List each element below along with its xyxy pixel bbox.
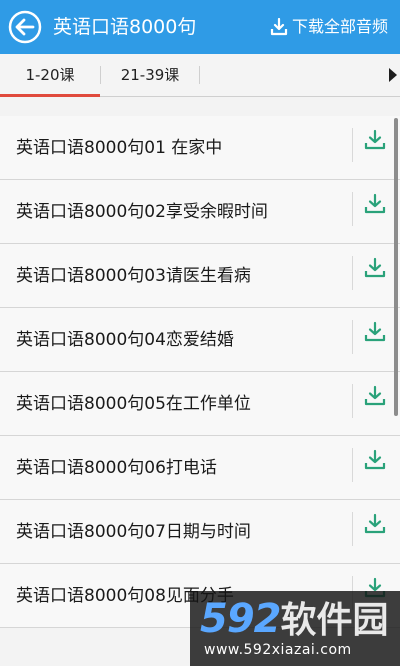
download-icon[interactable] (364, 129, 386, 151)
watermark-logo-number: 592 (200, 596, 281, 642)
app-screen: 英语口语8000句 下载全部音频 1-20课 21-39课 英语口语8000句0… (0, 0, 400, 666)
row-divider (352, 512, 353, 546)
triangle-right-icon[interactable] (388, 67, 398, 83)
row-divider (352, 128, 353, 162)
list-item[interactable]: 英语口语8000句07日期与时间 (0, 500, 400, 564)
lesson-tabs: 1-20课 21-39课 (0, 54, 400, 97)
lesson-title: 英语口语8000句01 在家中 (16, 138, 223, 158)
watermark-logo-text: 软件园 (280, 600, 389, 641)
tab-selected-indicator (0, 94, 100, 97)
row-divider (352, 448, 353, 482)
lesson-title: 英语口语8000句03请医生看病 (16, 266, 251, 286)
row-divider (352, 256, 353, 290)
download-icon[interactable] (364, 385, 386, 407)
tab-divider (199, 66, 200, 84)
download-icon (270, 18, 288, 36)
tab-lessons-1-20[interactable]: 1-20课 (0, 54, 100, 96)
row-divider (352, 320, 353, 354)
back-arrow-icon (8, 10, 42, 44)
download-all-button[interactable]: 下载全部音频 (270, 15, 388, 39)
lesson-title: 英语口语8000句04恋爱结婚 (16, 330, 234, 350)
lesson-title: 英语口语8000句05在工作单位 (16, 394, 251, 414)
list-item[interactable]: 英语口语8000句01 在家中 (0, 116, 400, 180)
lesson-title: 英语口语8000句06打电话 (16, 458, 217, 478)
lesson-title: 英语口语8000句07日期与时间 (16, 522, 251, 542)
list-item[interactable]: 英语口语8000句02享受余暇时间 (0, 180, 400, 244)
download-icon[interactable] (364, 449, 386, 471)
download-icon[interactable] (364, 257, 386, 279)
back-button[interactable] (8, 10, 42, 44)
list-item[interactable]: 英语口语8000句04恋爱结婚 (0, 308, 400, 372)
list-item[interactable]: 英语口语8000句05在工作单位 (0, 372, 400, 436)
download-icon[interactable] (364, 321, 386, 343)
row-divider (352, 192, 353, 226)
watermark-logo: 592软件园 (200, 597, 389, 643)
download-all-label: 下载全部音频 (291, 17, 388, 36)
lesson-title: 英语口语8000句02享受余暇时间 (16, 202, 268, 222)
download-icon[interactable] (364, 193, 386, 215)
row-divider (352, 384, 353, 418)
list-item[interactable]: 英语口语8000句06打电话 (0, 436, 400, 500)
app-header: 英语口语8000句 下载全部音频 (0, 0, 400, 54)
lesson-list: 英语口语8000句01 在家中 英语口语8000句02享受余暇时间 英语口语80… (0, 116, 400, 628)
watermark-url: www.592xiazai.com (204, 642, 352, 658)
list-scrollbar[interactable] (394, 118, 398, 416)
tab-label: 21-39课 (120, 66, 180, 84)
tab-lessons-21-39[interactable]: 21-39课 (100, 54, 200, 96)
tab-label: 1-20课 (25, 66, 75, 84)
list-item[interactable]: 英语口语8000句03请医生看病 (0, 244, 400, 308)
page-title: 英语口语8000句 (53, 16, 197, 38)
download-icon[interactable] (364, 513, 386, 535)
site-watermark: 592软件园 www.592xiazai.com (190, 591, 400, 666)
